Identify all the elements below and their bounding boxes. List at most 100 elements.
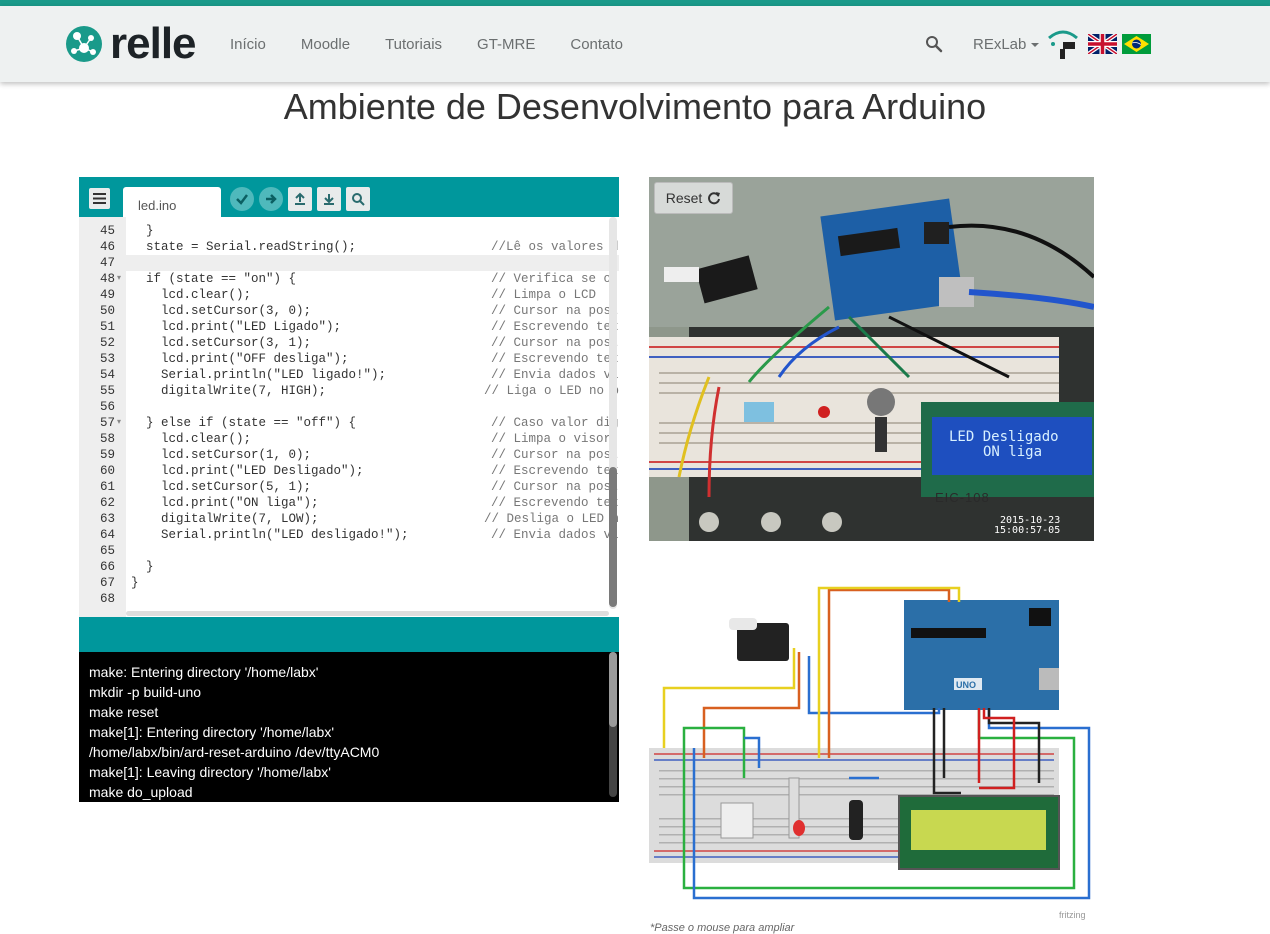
nav-link-tutoriais[interactable]: Tutoriais: [385, 36, 442, 53]
code-line[interactable]: 48 ▾ if (state == "on") {// Verifica se o: [79, 271, 619, 287]
code-line[interactable]: 55 digitalWrite(7, HIGH); // Liga o LED n…: [79, 383, 619, 399]
code-scroll-thumb[interactable]: [609, 467, 617, 607]
code-text: } else if (state == "off") {: [131, 416, 357, 430]
code-text: lcd.setCursor(3, 1);: [131, 336, 312, 350]
code-comment: // Cursor na post: [491, 448, 619, 462]
code-line[interactable]: 53 lcd.print("OFF desliga"); // Escrevend…: [79, 351, 619, 367]
upload-button[interactable]: [259, 187, 283, 211]
refresh-icon: [708, 192, 721, 205]
line-number: 46: [99, 240, 115, 254]
code-line[interactable]: 60 lcd.print("LED Desligado"); // Escreve…: [79, 463, 619, 479]
code-text: lcd.setCursor(5, 1);: [131, 480, 312, 494]
code-line[interactable]: 63 digitalWrite(7, LOW); // Desliga o LED…: [79, 511, 619, 527]
line-number: 58: [99, 432, 115, 446]
search-icon: [352, 193, 365, 206]
page-title: Ambiente de Desenvolvimento para Arduino: [283, 86, 987, 127]
code-text: }: [131, 224, 154, 238]
console-line: make reset: [89, 704, 159, 720]
code-line[interactable]: 59 lcd.setCursor(1, 0); // Cursor na post: [79, 447, 619, 463]
download-file-button[interactable]: [317, 187, 341, 211]
console-line: make: Entering directory '/home/labx': [89, 664, 319, 680]
code-line[interactable]: 62 lcd.print("ON liga"); // Escrevendo te…: [79, 495, 619, 511]
editor-search-button[interactable]: [346, 187, 370, 211]
fold-arrow-icon[interactable]: ▾: [117, 415, 121, 431]
code-text: Serial.println("LED desligado!");: [131, 528, 409, 542]
code-line[interactable]: 51 lcd.print("LED Ligado"); // Escrevendo…: [79, 319, 619, 335]
rexlab-logo-icon: [1048, 30, 1079, 59]
code-line[interactable]: 66 }: [79, 559, 619, 575]
code-text: lcd.clear();: [131, 288, 252, 302]
code-area[interactable]: 45 } 46 state = Serial.readString();//Lê …: [79, 217, 619, 617]
code-line[interactable]: 61 lcd.setCursor(5, 1); // Cursor na post: [79, 479, 619, 495]
download-file-icon: [324, 194, 334, 205]
code-line[interactable]: 56: [79, 399, 619, 415]
fold-arrow-icon[interactable]: ▾: [117, 271, 121, 287]
line-number: 63: [99, 512, 115, 526]
menu-button[interactable]: [89, 188, 110, 209]
code-text: lcd.print("ON liga");: [131, 496, 319, 510]
upload-file-button[interactable]: [288, 187, 312, 211]
code-line[interactable]: 45 }: [79, 223, 619, 239]
code-text: lcd.print("LED Desligado");: [131, 464, 364, 478]
code-line[interactable]: 67}: [79, 575, 619, 591]
line-number: 47: [99, 256, 115, 270]
code-text: lcd.clear();: [131, 432, 252, 446]
nav-link-gt-mre[interactable]: GT-MRE: [477, 36, 535, 53]
reset-button[interactable]: Reset: [654, 182, 733, 214]
code-line[interactable]: 50 lcd.setCursor(3, 0); // Cursor na post: [79, 303, 619, 319]
line-number: 45: [99, 224, 115, 238]
code-line[interactable]: 58 lcd.clear(); // Limpa o visor: [79, 431, 619, 447]
logo-text: relle: [110, 19, 197, 68]
camera-timestamp: 2015-10-23 15:00:57-05: [994, 516, 1060, 536]
code-line[interactable]: 68: [79, 591, 619, 607]
code-comment: // Escrevendo tex: [491, 320, 619, 334]
code-line[interactable]: 46 state = Serial.readString(); //Lê os v…: [79, 239, 619, 255]
uk-flag-icon[interactable]: [1088, 34, 1118, 54]
code-comment: //Lê os valores d: [491, 240, 619, 254]
nav-link-contato[interactable]: Contato: [570, 36, 623, 53]
code-line[interactable]: 57 ▾ } else if (state == "off") {// Caso …: [79, 415, 619, 431]
code-line[interactable]: 47: [79, 255, 619, 271]
code-text: if (state == "on") {: [131, 272, 297, 286]
relle-logo[interactable]: relle: [64, 19, 197, 68]
console-line: mkdir -p build-uno: [89, 684, 202, 700]
search-icon[interactable]: [925, 35, 943, 53]
nav-links: Início Moodle Tutoriais GT-MRE Contato: [230, 6, 658, 82]
console-scroll-thumb[interactable]: [609, 652, 617, 727]
console-line: make[1]: Entering directory '/home/labx': [89, 724, 335, 740]
code-horizontal-scrollbar[interactable]: [126, 611, 609, 616]
rexlab-dropdown[interactable]: RExLab: [973, 36, 1040, 53]
code-text: lcd.print("OFF desliga");: [131, 352, 349, 366]
code-comment: // Escrevendo tex: [491, 464, 619, 478]
lcd-line-1: LED Desligado: [949, 429, 1059, 445]
navbar: relle Início Moodle Tutoriais GT-MRE Con…: [0, 6, 1270, 82]
code-comment: // Caso valor dig: [491, 416, 619, 430]
brazil-flag-icon[interactable]: [1122, 34, 1152, 54]
nav-link-moodle[interactable]: Moodle: [301, 36, 350, 53]
fritzing-watermark: fritzing: [1059, 910, 1086, 920]
code-line[interactable]: 49 lcd.clear(); // Limpa o LCD: [79, 287, 619, 303]
line-number: 62: [99, 496, 115, 510]
code-editor: led.ino 45 } 46 state = Serial.readString…: [79, 177, 619, 802]
code-text: Serial.println("LED ligado!");: [131, 368, 387, 382]
line-number: 61: [99, 480, 115, 494]
board-label: EIC-108: [935, 490, 990, 505]
code-text: }: [131, 560, 154, 574]
tab-led-ino[interactable]: led.ino: [123, 187, 221, 217]
reset-label: Reset: [665, 190, 703, 206]
code-text: state = Serial.readString();: [131, 240, 357, 254]
code-line[interactable]: 65: [79, 543, 619, 559]
verify-button[interactable]: [230, 187, 254, 211]
line-number: 54: [99, 368, 115, 382]
fritzing-schematic[interactable]: UNO fritzing: [649, 578, 1094, 923]
code-text: }: [131, 576, 139, 590]
line-number: 50: [99, 304, 115, 318]
code-line[interactable]: 54 Serial.println("LED ligado!"); // Envi…: [79, 367, 619, 383]
code-line[interactable]: 64 Serial.println("LED desligado!"); // E…: [79, 527, 619, 543]
upload-icon: [266, 194, 277, 204]
code-line[interactable]: 52 lcd.setCursor(3, 1); // Cursor na post: [79, 335, 619, 351]
line-number: 64: [99, 528, 115, 542]
nav-link-inicio[interactable]: Início: [230, 36, 266, 53]
code-comment: // Envia dados vi: [491, 528, 619, 542]
relle-logo-icon: [66, 26, 102, 62]
